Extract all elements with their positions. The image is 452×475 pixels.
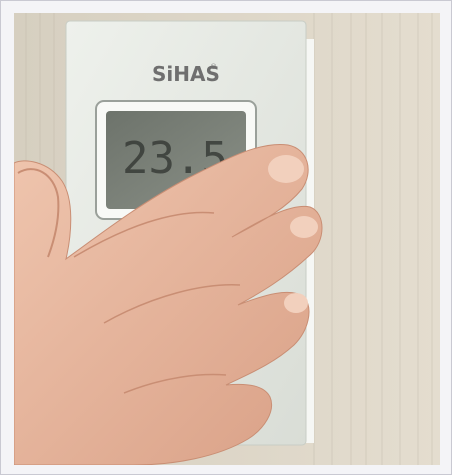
fingernail-middle bbox=[290, 216, 318, 238]
registered-mark: ® bbox=[210, 63, 217, 71]
photo: SiHAS ® 23.5 bbox=[14, 13, 440, 465]
fingernail-index bbox=[268, 155, 304, 183]
image-frame: SiHAS ® 23.5 bbox=[0, 0, 452, 475]
fingernail-ring bbox=[284, 293, 308, 313]
photo-scene: SiHAS ® 23.5 bbox=[14, 13, 440, 465]
